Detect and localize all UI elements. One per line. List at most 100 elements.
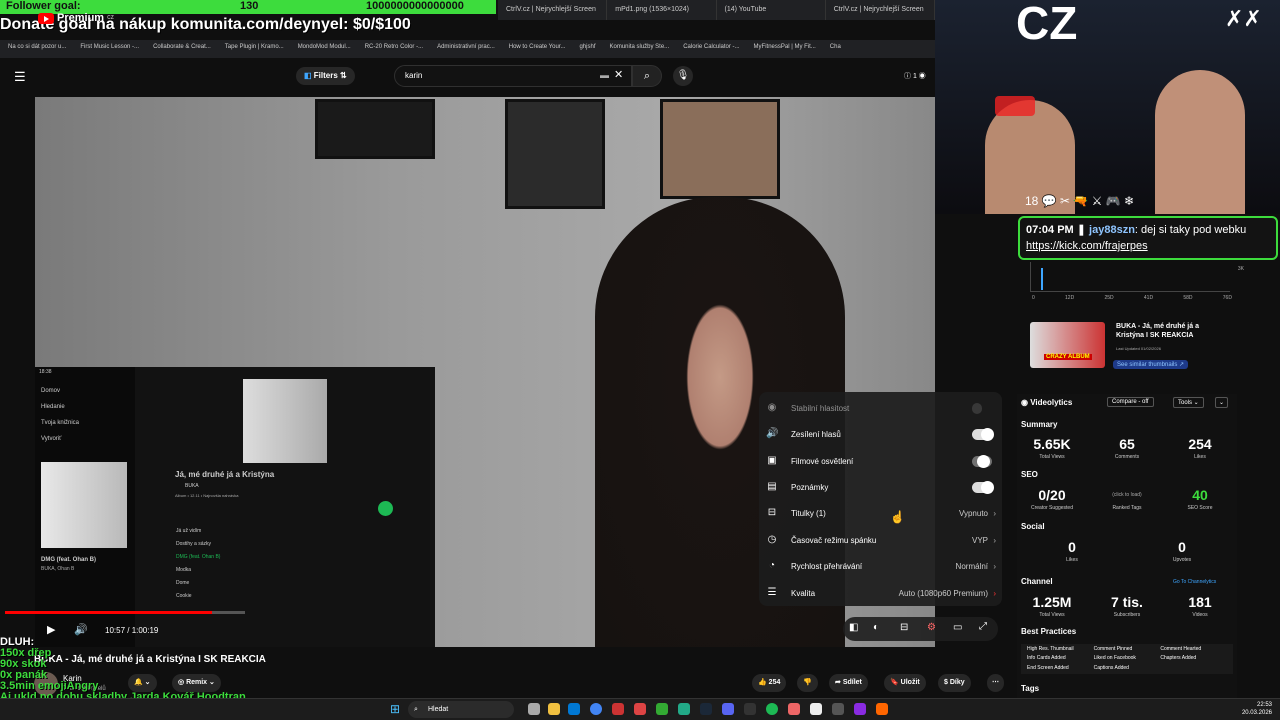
best-practice-item: Comment Pinned: [1093, 646, 1133, 652]
browser-tab[interactable]: (14) YouTube: [717, 0, 826, 20]
track-item: Modka: [176, 567, 192, 573]
now-playing-artist: BUKA, Ohan B: [41, 566, 75, 572]
similar-thumbnails-button[interactable]: See similar thumbnails ↗: [1113, 360, 1189, 369]
setting-playback-speed[interactable]: ◔ Rychlost přehrávání Normální ›: [759, 553, 1002, 579]
app-icon[interactable]: [568, 703, 580, 715]
subtitles-icon: ⊟: [767, 507, 777, 518]
bookmark[interactable]: Tape Plugin | Kramo...: [225, 44, 284, 54]
clear-search-icon[interactable]: ✕: [614, 68, 623, 81]
keyboard-icon[interactable]: ▬: [600, 70, 609, 80]
setting-sleep-timer[interactable]: ◷ Časovač režimu spánku VYP ›: [759, 527, 1002, 553]
browser-tab[interactable]: CtrlV.cz | Nejrychlejší Screen: [498, 0, 608, 20]
progress-played: [5, 611, 212, 614]
bookmark[interactable]: MyFitnessPal | My Fit...: [754, 44, 816, 54]
theater-icon[interactable]: ▭: [953, 622, 962, 633]
menu-icon[interactable]: ☰: [14, 69, 26, 85]
setting-value: Vypnuto: [958, 508, 988, 518]
fullscreen-icon[interactable]: ⤢: [979, 621, 987, 632]
obs-icon[interactable]: [832, 703, 844, 715]
taskview-icon[interactable]: [528, 703, 540, 715]
app-icon[interactable]: [744, 703, 756, 715]
bookmark[interactable]: Cha: [830, 44, 841, 54]
notification-count[interactable]: ⓘ 1 ◉: [904, 71, 926, 81]
like-button[interactable]: 👍 254: [752, 674, 787, 692]
album-meta: Album • 12.11 • Najnovšia nahrávka: [175, 493, 239, 498]
bookmark[interactable]: RC-20 Retro Color -...: [365, 44, 423, 54]
chevron-right-icon: ›: [993, 508, 996, 518]
app-icon[interactable]: [810, 703, 822, 715]
video-thumbnail[interactable]: CRAZY ALBUM: [1030, 322, 1105, 368]
thumbs-down-icon: 👎: [803, 679, 812, 686]
bookmark[interactable]: Calorie Calculator -...: [683, 44, 739, 54]
bookmark[interactable]: First Music Lesson -...: [80, 44, 139, 54]
miniplayer-icon[interactable]: ◧: [849, 622, 858, 633]
chat-link[interactable]: https://kick.com/frajerpes: [1026, 240, 1148, 252]
excel-icon[interactable]: [678, 703, 690, 715]
spotify-icon[interactable]: [766, 703, 778, 715]
bookmark[interactable]: Administrativní prac...: [437, 44, 495, 54]
setting-annotations[interactable]: ▤ Poznámky: [759, 474, 1002, 500]
setting-voice-boost[interactable]: 🔊 Zesílení hlasů: [759, 421, 1002, 447]
voice-search-button[interactable]: 🎙: [673, 66, 693, 86]
play-icon[interactable]: ▶: [47, 623, 55, 636]
windows-start-icon[interactable]: ⊞: [390, 702, 400, 716]
chrome-icon[interactable]: [590, 703, 602, 715]
subtitles-icon[interactable]: ⊟: [900, 622, 908, 633]
bookmark[interactable]: How to Create Your...: [509, 44, 566, 54]
taskbar-search[interactable]: ⌕ Hledat: [408, 701, 514, 718]
ranked-tags-hint[interactable]: (click to load): [1102, 492, 1152, 498]
search-input[interactable]: karin: [394, 65, 632, 87]
taskbar-clock[interactable]: 22:53 20.03.2026: [1242, 701, 1272, 717]
app-icon[interactable]: [854, 703, 866, 715]
toggle-on[interactable]: [972, 480, 994, 494]
app-icon[interactable]: [656, 703, 668, 715]
toggle-off[interactable]: [972, 454, 992, 468]
share-button[interactable]: ➦ Sdílet: [829, 674, 868, 692]
volume-icon[interactable]: 🔊: [74, 623, 88, 636]
app-icon[interactable]: [634, 703, 646, 715]
setting-quality[interactable]: ☰ Kvalita Auto (1080p60 Premium) ›: [759, 580, 1002, 606]
compare-toggle[interactable]: Compare - off: [1107, 397, 1154, 407]
dislike-button[interactable]: 👎: [797, 674, 818, 692]
setting-stable-volume[interactable]: ◉ Stabilní hlasitost: [759, 395, 1002, 421]
browser-tab[interactable]: mPd1.png (1536×1024): [607, 0, 717, 20]
best-practice-item: Liked on Facebook: [1093, 655, 1136, 662]
setting-label: Kvalita: [791, 588, 816, 598]
channelytics-link[interactable]: Go To Channelytics: [1173, 579, 1216, 585]
total-views-value: 5.65K: [1033, 436, 1071, 452]
app-icon[interactable]: [612, 703, 624, 715]
toggle-on[interactable]: [972, 427, 994, 441]
upvotes-value: 0: [1178, 539, 1186, 555]
autoplay-icon[interactable]: ◐: [873, 622, 879, 633]
bookmark[interactable]: Collaborate & Creat...: [153, 44, 211, 54]
discord-icon[interactable]: [722, 703, 734, 715]
file-explorer-icon[interactable]: [548, 703, 560, 715]
chart-x-tick: 76D: [1222, 295, 1232, 301]
bookmark[interactable]: Komunita služby Ste...: [609, 44, 669, 54]
bookmark[interactable]: MondoMod Modul...: [298, 44, 351, 54]
thanks-button[interactable]: $ Díky: [938, 674, 971, 692]
app-icon[interactable]: [876, 703, 888, 715]
bookmark[interactable]: Na co si dát pozor u...: [8, 44, 66, 54]
filters-button[interactable]: ◧ Filters ⇅: [296, 67, 355, 85]
social-likes-value: 0: [1068, 539, 1076, 555]
app-icon[interactable]: [788, 703, 800, 715]
save-button[interactable]: 🔖 Uložit: [884, 674, 926, 692]
browser-tab[interactable]: CtrlV.cz | Nejrychlejší Screen: [826, 0, 935, 20]
chevron-right-icon: ›: [993, 588, 996, 598]
youtube-logo[interactable]: Premium CZ: [38, 12, 114, 24]
player-settings-menu: ◉ Stabilní hlasitost 🔊 Zesílení hlasů ▣ …: [759, 392, 1002, 606]
taskbar-search-label: Hledat: [428, 706, 449, 713]
collapse-chevron-icon[interactable]: ⌄: [1215, 397, 1229, 408]
steam-icon[interactable]: [700, 703, 712, 715]
setting-subtitles[interactable]: ⊟ Titulky (1) Vypnuto ›: [759, 500, 1002, 526]
spotify-screen: 18:38 Domov Hledanie Tvoja knižnica Vytv…: [35, 367, 435, 647]
bookmark[interactable]: ghjshf: [579, 44, 595, 54]
search-button[interactable]: ⌕: [632, 65, 662, 87]
chart-x-tick: 12D: [1065, 295, 1075, 301]
ranked-tags-label: Ranked Tags: [1112, 505, 1142, 511]
more-actions-button[interactable]: ⋯: [987, 674, 1004, 692]
setting-ambient-mode[interactable]: ▣ Filmové osvětlení: [759, 448, 1002, 474]
settings-gear-icon[interactable]: ⚙: [927, 622, 936, 633]
tools-dropdown[interactable]: Tools ⌄: [1173, 397, 1204, 408]
